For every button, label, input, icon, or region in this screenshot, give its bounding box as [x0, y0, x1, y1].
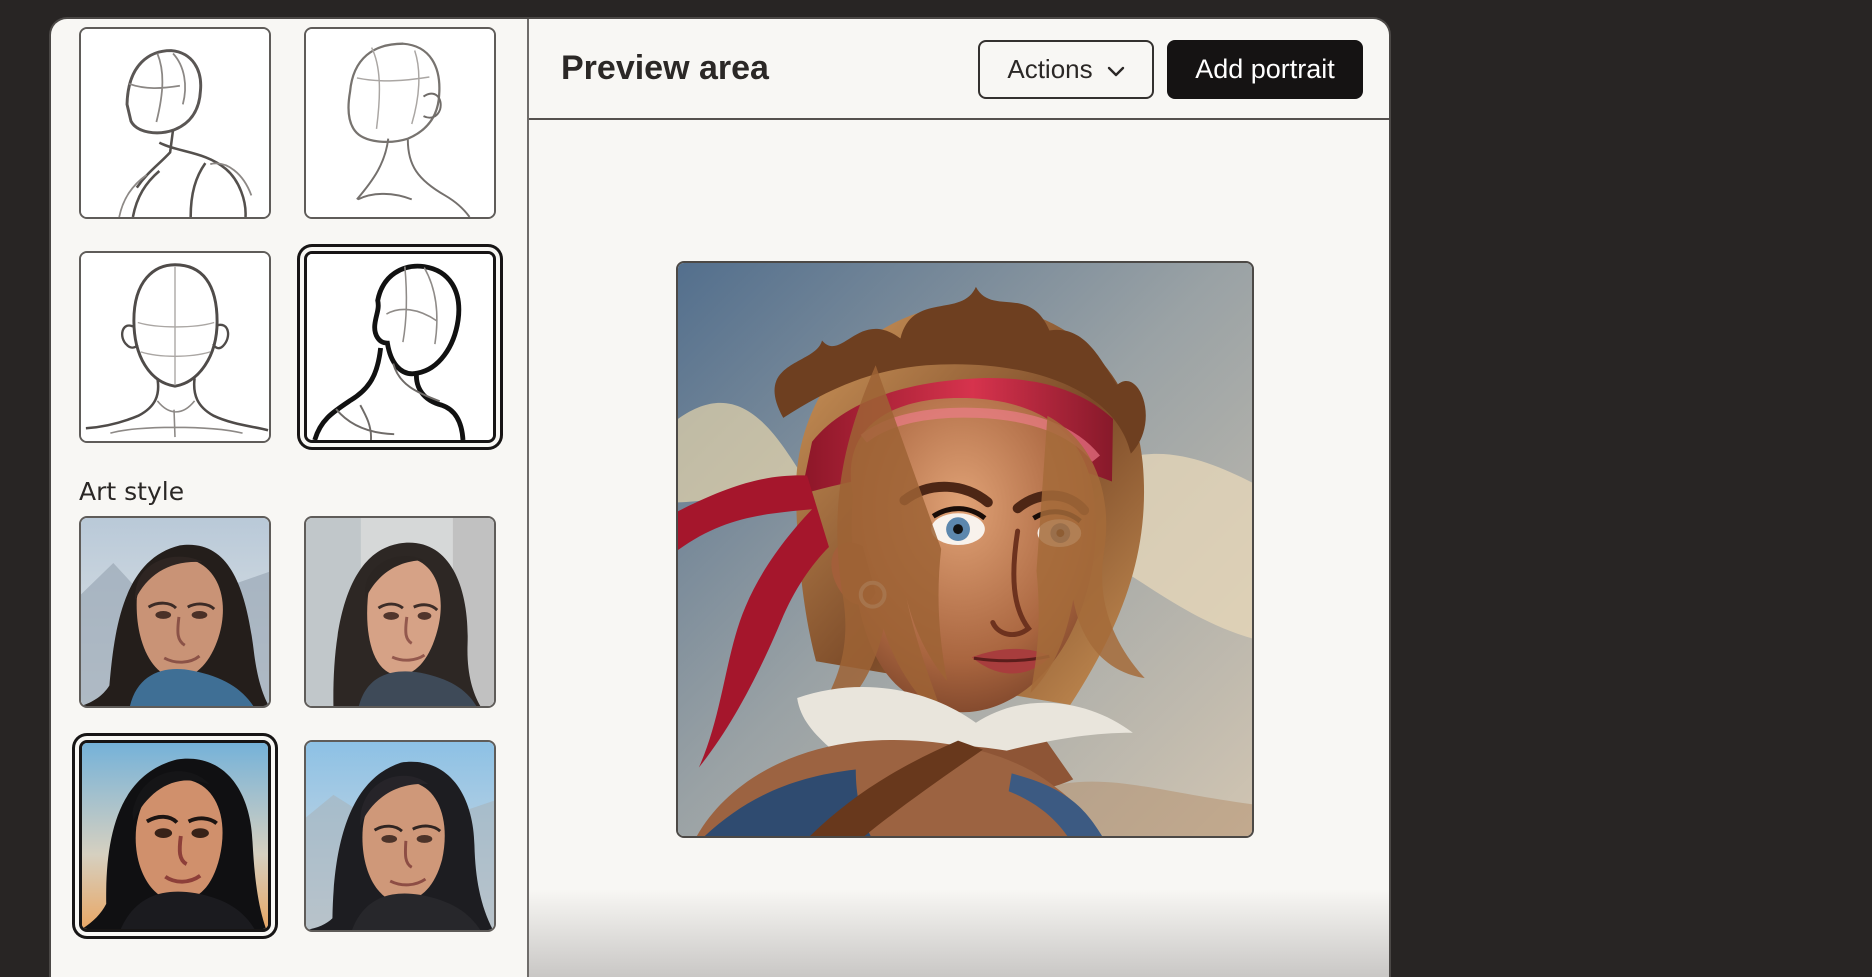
add-portrait-button[interactable]: Add portrait [1167, 40, 1363, 99]
art-style-tile-semi-realistic[interactable] [304, 740, 496, 932]
art-style-tile-photographic[interactable] [304, 516, 496, 708]
portrait-artwork [678, 263, 1252, 836]
chevron-down-icon [1107, 54, 1125, 85]
photographic-portrait-thumbnail [306, 518, 494, 706]
actions-label: Actions [1007, 54, 1093, 84]
preview-bottom-fade [529, 889, 1389, 977]
pose-tile-front-facing[interactable] [79, 251, 271, 443]
three-quarter-pose-sketch [81, 29, 269, 217]
art-style-label: Art style [79, 477, 185, 506]
option-sidebar: Art style [51, 19, 529, 977]
painted-portrait-thumbnail [82, 743, 268, 929]
art-style-tile-painted[interactable] [79, 740, 271, 932]
side-profile-pose-sketch [306, 29, 494, 217]
page-title: Preview area [561, 49, 769, 87]
actions-button[interactable]: Actions [978, 40, 1154, 99]
portrait-editor-window: Art style Preview area Actions Add portr… [49, 17, 1391, 977]
preview-header: Preview area Actions Add portrait [529, 19, 1389, 120]
pose-tile-three-quarter[interactable] [79, 27, 271, 219]
front-facing-pose-sketch [81, 253, 269, 441]
chevron-down-glyph [1107, 66, 1124, 77]
realistic-portrait-thumbnail [81, 518, 269, 706]
pose-tile-side-profile[interactable] [304, 27, 496, 219]
semi-realistic-portrait-thumbnail [306, 742, 494, 930]
pose-tile-bold-outline[interactable] [304, 251, 496, 443]
art-style-tile-realistic[interactable] [79, 516, 271, 708]
preview-area: Preview area Actions Add portrait [529, 19, 1389, 977]
bold-outline-pose-sketch [307, 254, 493, 440]
portrait-preview-image [676, 261, 1254, 838]
